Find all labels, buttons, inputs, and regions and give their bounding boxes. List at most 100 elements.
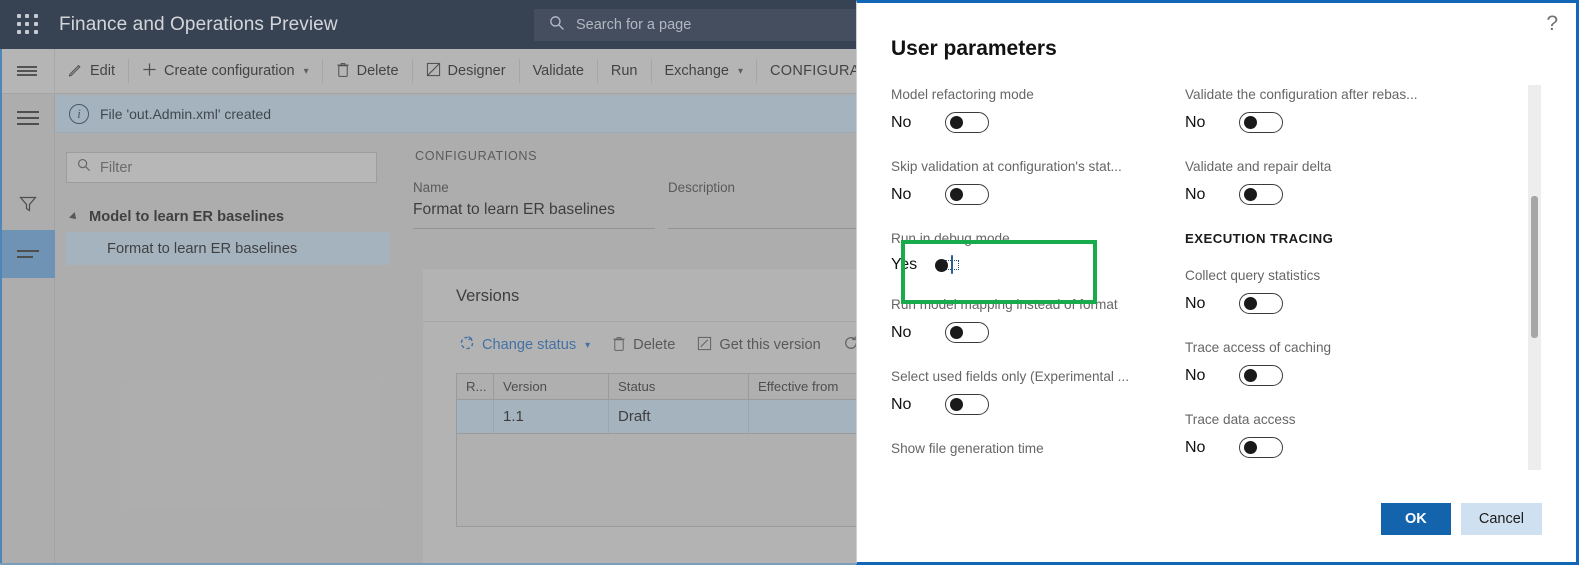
versions-delete-button[interactable]: Delete: [604, 332, 683, 359]
column-header-r[interactable]: R...: [457, 374, 494, 399]
hamburger-icon: [16, 107, 39, 129]
param-value: No: [1185, 438, 1206, 456]
tree-item-model[interactable]: Model to learn ER baselines: [66, 200, 389, 233]
toggle-knob: [1244, 115, 1257, 129]
chevron-expanded-icon[interactable]: [69, 211, 79, 222]
toggle-validate-after-rebase[interactable]: [1239, 112, 1283, 133]
tree-item-format[interactable]: Format to learn ER baselines: [66, 232, 389, 265]
filter-input-placeholder[interactable]: Filter: [100, 160, 132, 176]
param-label: Skip validation at configuration's stat.…: [891, 159, 1122, 174]
get-this-version-label: Get this version: [719, 337, 821, 353]
screenshot-root: Finance and Operations Preview Search fo…: [0, 0, 1579, 565]
toggle-knob: [1244, 187, 1257, 201]
left-icon-rail: [0, 94, 55, 565]
description-field-label: Description: [668, 180, 735, 195]
param-value: No: [891, 185, 912, 203]
toggle-select-used-fields[interactable]: [945, 394, 989, 415]
tree-item-model-label: Model to learn ER baselines: [89, 208, 285, 225]
cell-r: [457, 400, 494, 433]
cell-version: 1.1: [494, 400, 609, 433]
search-icon: [77, 158, 91, 177]
toggle-knob: [950, 397, 963, 411]
app-title: Finance and Operations Preview: [59, 13, 338, 35]
chevron-down-icon: ▾: [738, 65, 744, 77]
info-icon: i: [69, 103, 89, 124]
change-status-button[interactable]: Change status ▾: [451, 331, 598, 359]
dialog-scrollbar[interactable]: [1528, 85, 1541, 470]
name-field-value[interactable]: Format to learn ER baselines: [413, 201, 615, 219]
param-label: Trace data access: [1185, 412, 1296, 427]
edit-box-icon: [697, 336, 712, 355]
toggle-collect-query-statistics[interactable]: [1239, 293, 1283, 314]
toggle-run-model-mapping[interactable]: [945, 322, 989, 343]
designer-icon: [426, 62, 441, 81]
dialog-footer: OK Cancel: [857, 476, 1576, 562]
param-value: No: [1185, 185, 1206, 203]
toggle-trace-access-of-caching[interactable]: [1239, 365, 1283, 386]
hamburger-menu-icon[interactable]: [0, 48, 55, 94]
chevron-down-icon: ▾: [585, 339, 591, 351]
param-label: Collect query statistics: [1185, 268, 1321, 283]
param-label: Select used fields only (Experimental ..…: [891, 369, 1130, 384]
param-value: No: [1185, 294, 1206, 312]
ok-button[interactable]: OK: [1380, 503, 1451, 535]
search-input-placeholder[interactable]: Search for a page: [576, 17, 691, 33]
toggle-validate-repair-delta[interactable]: [1239, 184, 1283, 205]
param-value: No: [1185, 113, 1206, 131]
section-label-configurations: CONFIGURATIONS: [415, 149, 538, 163]
param-value: No: [1185, 366, 1206, 384]
param-label: Model refactoring mode: [891, 87, 1034, 102]
search-icon: [549, 15, 565, 36]
versions-toolbar: Change status ▾ Delete Get this version: [451, 331, 905, 359]
trash-icon: [336, 62, 350, 81]
help-question-icon[interactable]: ?: [1546, 13, 1558, 34]
name-field-label: Name: [413, 180, 449, 195]
pencil-icon: [68, 62, 83, 81]
toggle-trace-data-access[interactable]: [1239, 437, 1283, 458]
filter-pane-button[interactable]: [0, 182, 55, 230]
param-run-in-debug-mode: Run in debug mode Yes: [891, 231, 1191, 274]
navigation-pane-toggle[interactable]: [0, 94, 55, 142]
param-value: No: [891, 395, 912, 413]
param-label: Show file generation time: [891, 441, 1044, 456]
toggle-knob: [950, 325, 963, 339]
name-field-underline: [413, 228, 655, 229]
filter-input[interactable]: Filter: [66, 152, 377, 183]
param-model-refactoring-mode: Model refactoring mode No: [891, 87, 1191, 133]
column-header-status[interactable]: Status: [609, 374, 749, 399]
get-this-version-button[interactable]: Get this version: [689, 332, 828, 359]
message-bar-text: File 'out.Admin.xml' created: [100, 105, 272, 122]
param-validate-after-rebase: Validate the configuration after rebas..…: [1185, 87, 1485, 133]
delete-button[interactable]: Delete: [323, 49, 412, 94]
cancel-button[interactable]: Cancel: [1460, 503, 1542, 535]
dialog-title: User parameters: [891, 37, 1057, 60]
toggle-skip-validation[interactable]: [945, 184, 989, 205]
toggle-knob: [1244, 440, 1257, 454]
global-search-box[interactable]: Search for a page: [534, 9, 864, 41]
param-run-model-mapping: Run model mapping instead of format No: [891, 297, 1191, 343]
run-button[interactable]: Run: [598, 49, 651, 94]
dialog-left-column: Model refactoring mode No Skip validatio…: [891, 87, 1191, 456]
plus-icon: [142, 62, 157, 81]
app-launcher-grid-icon[interactable]: [17, 13, 39, 36]
trash-icon: [612, 336, 626, 355]
dialog-right-column: Validate the configuration after rebas..…: [1185, 87, 1485, 458]
validate-button[interactable]: Validate: [520, 49, 597, 94]
list-pane-button[interactable]: [0, 230, 55, 278]
column-header-version[interactable]: Version: [494, 374, 609, 399]
change-status-label: Change status: [482, 337, 577, 353]
exchange-button[interactable]: Exchange ▾: [652, 49, 757, 94]
tree-item-format-label: Format to learn ER baselines: [107, 240, 298, 257]
toggle-model-refactoring-mode[interactable]: [945, 112, 989, 133]
dialog-scrollbar-thumb[interactable]: [1531, 196, 1538, 338]
toggle-knob: [1244, 296, 1257, 310]
chevron-down-icon: ▾: [303, 65, 309, 77]
delete-label: Delete: [356, 63, 399, 79]
create-configuration-button[interactable]: Create configuration ▾: [129, 49, 322, 94]
edit-button[interactable]: Edit: [55, 49, 128, 94]
designer-button[interactable]: Designer: [413, 49, 519, 94]
versions-card-title: Versions: [456, 287, 520, 305]
toggle-run-in-debug-mode[interactable]: [935, 255, 953, 274]
cell-status: Draft: [609, 400, 749, 433]
list-lines-icon: [16, 246, 39, 262]
